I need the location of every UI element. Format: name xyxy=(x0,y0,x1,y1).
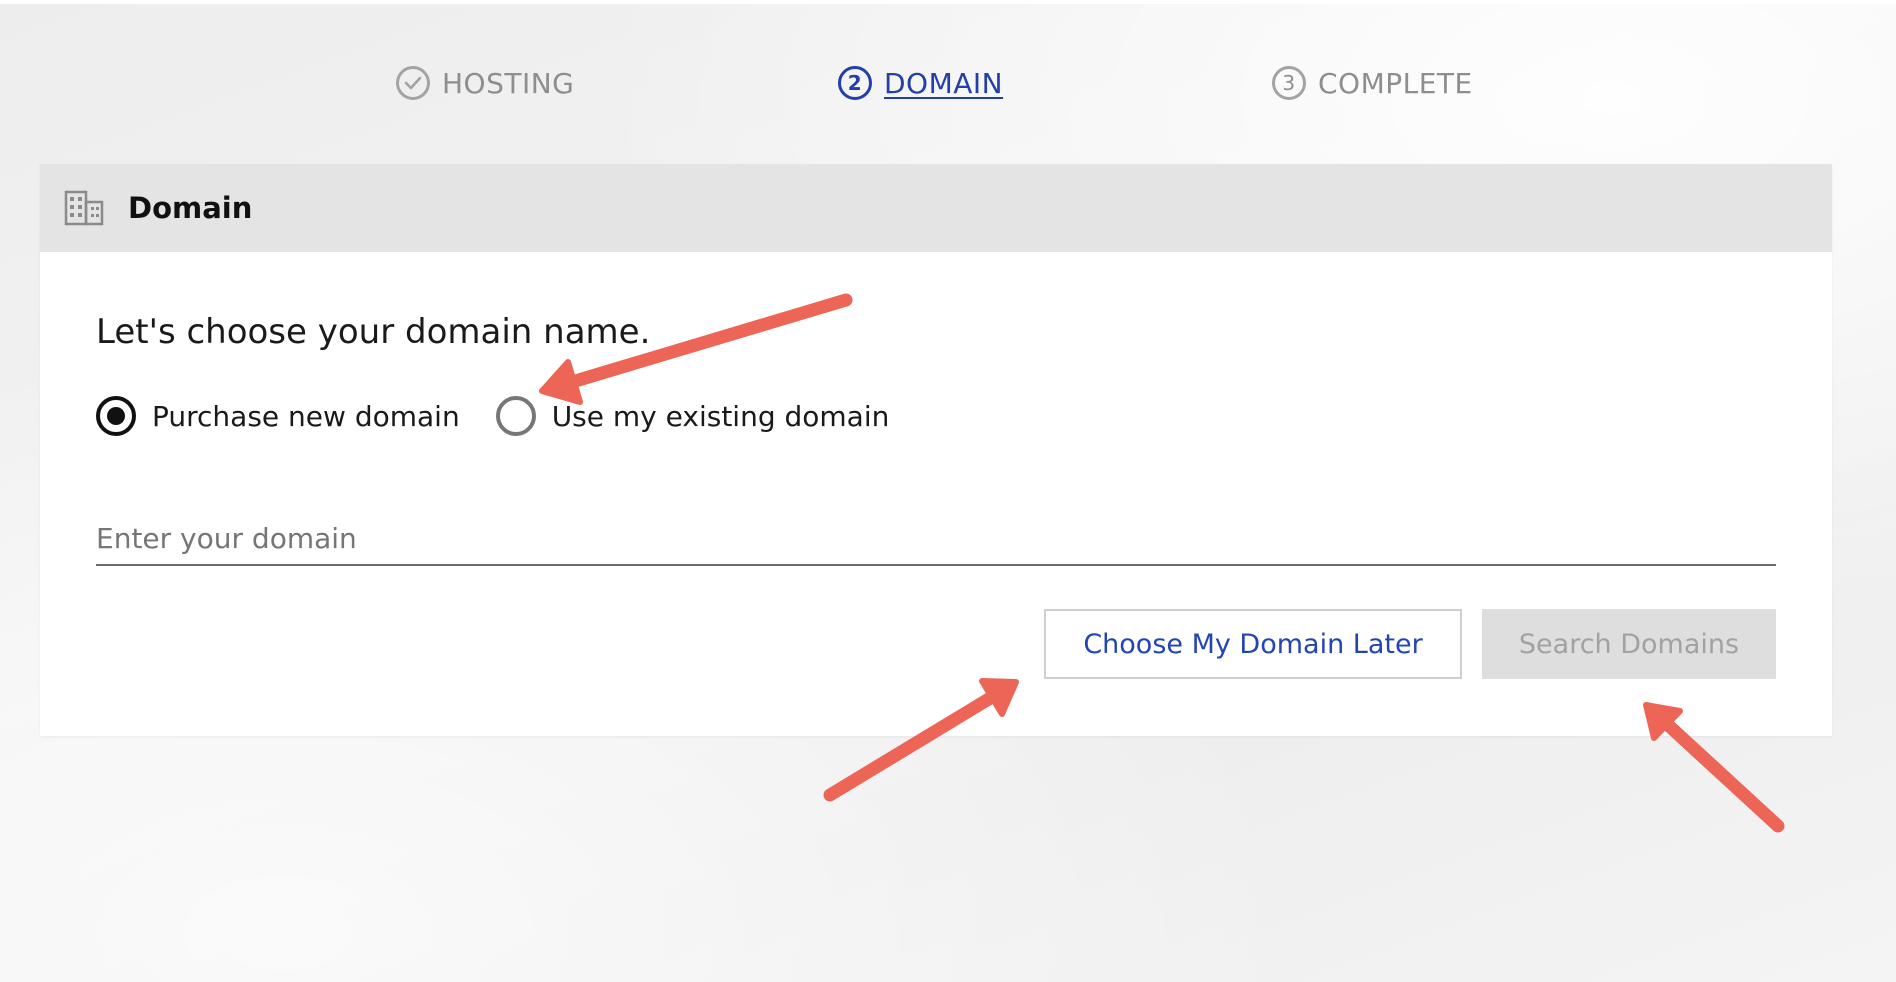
choose-domain-later-button[interactable]: Choose My Domain Later xyxy=(1044,609,1462,679)
purchase-new-domain-radio[interactable] xyxy=(96,396,136,436)
step-complete-label: COMPLETE xyxy=(1318,67,1473,100)
purchase-new-domain-label: Purchase new domain xyxy=(152,400,460,433)
domain-search-input[interactable] xyxy=(96,512,1776,566)
building-icon xyxy=(64,190,104,226)
domain-option-group: Purchase new domain Use my existing doma… xyxy=(96,396,889,436)
existing-domain-option[interactable]: Use my existing domain xyxy=(496,396,890,436)
card-header: Domain xyxy=(40,164,1832,252)
existing-domain-label: Use my existing domain xyxy=(552,400,890,433)
top-edge xyxy=(0,0,1896,4)
step-number-3-icon: 3 xyxy=(1272,66,1306,100)
domain-prompt: Let's choose your domain name. xyxy=(96,312,650,352)
step-complete[interactable]: 3 COMPLETE xyxy=(1272,62,1473,104)
step-hosting[interactable]: HOSTING xyxy=(396,62,574,104)
purchase-new-domain-option[interactable]: Purchase new domain xyxy=(96,396,460,436)
step-number-2-icon: 2 xyxy=(838,66,872,100)
card-title: Domain xyxy=(128,191,252,225)
existing-domain-radio[interactable] xyxy=(496,396,536,436)
check-circle-icon xyxy=(396,66,430,100)
step-hosting-label: HOSTING xyxy=(442,67,574,100)
progress-steps: HOSTING 2 DOMAIN 3 COMPLETE xyxy=(0,62,1896,104)
step-domain[interactable]: 2 DOMAIN xyxy=(838,62,1003,104)
domain-card: Domain Let's choose your domain name. Pu… xyxy=(40,164,1832,736)
step-domain-label: DOMAIN xyxy=(884,67,1003,100)
search-domains-button[interactable]: Search Domains xyxy=(1482,609,1776,679)
